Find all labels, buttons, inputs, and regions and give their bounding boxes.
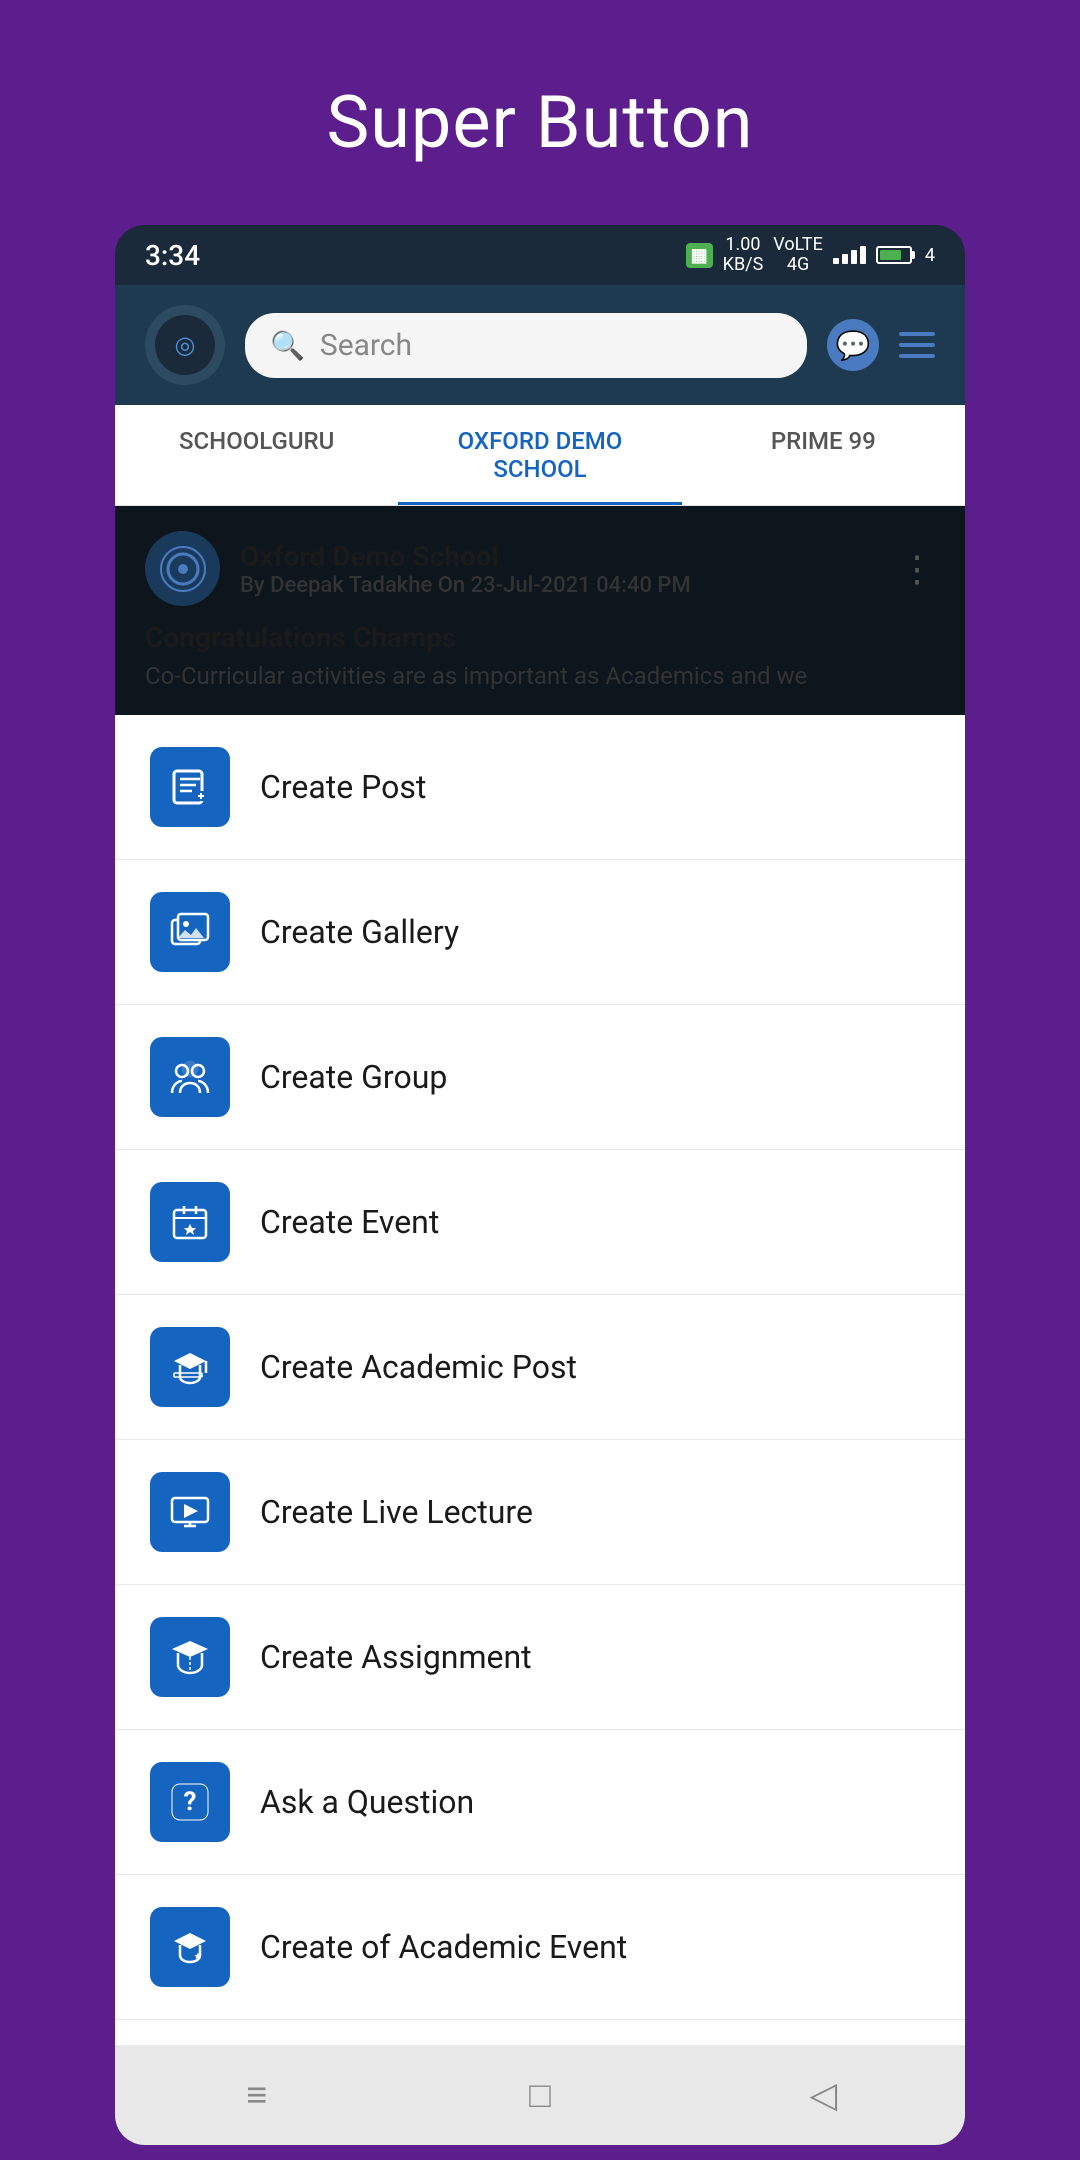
header-icons: 💬 <box>827 319 935 371</box>
create-group-label: Create Group <box>260 1058 447 1096</box>
nav-home-icon: □ <box>529 2074 551 2116</box>
create-group-icon-box <box>150 1037 230 1117</box>
create-event-label: Create Event <box>260 1203 439 1241</box>
menu-item-ask-question[interactable]: ? Ask a Question <box>115 1730 965 1875</box>
menu-list: Create Post Create Gallery <box>115 715 965 2045</box>
create-live-lecture-icon-box <box>150 1472 230 1552</box>
status-icons: ▦ 1.00 KB/S VoLTE 4G 4 <box>686 235 935 275</box>
menu-item-create-post[interactable]: Create Post <box>115 715 965 860</box>
menu-item-create-event[interactable]: Create Event <box>115 1150 965 1295</box>
create-event-icon-box <box>150 1182 230 1262</box>
hamburger-line-2 <box>899 343 935 347</box>
search-bar[interactable]: 🔍 Search <box>245 313 807 378</box>
post-school-name: Oxford Demo School <box>240 540 879 573</box>
menu-item-create-group[interactable]: Create Group <box>115 1005 965 1150</box>
create-event-icon <box>168 1200 212 1244</box>
search-placeholder: Search <box>320 328 412 363</box>
nav-back-button[interactable]: ◁ <box>788 2060 858 2130</box>
post-info: Oxford Demo School By Deepak Tadakhe On … <box>240 540 879 598</box>
avatar-image: ◎ <box>155 315 215 375</box>
post-header: Oxford Demo School By Deepak Tadakhe On … <box>145 531 935 606</box>
create-assignment-icon-box <box>150 1617 230 1697</box>
chat-icon: 💬 <box>836 329 871 362</box>
create-academic-post-icon <box>168 1345 212 1389</box>
menu-item-create-academic-holiday[interactable]: Create of Academic Holiday <box>115 2020 965 2045</box>
create-academic-event-icon <box>168 1925 212 1969</box>
signal-strength-icon <box>833 246 866 264</box>
create-post-label: Create Post <box>260 768 426 806</box>
nav-home-button[interactable]: □ <box>505 2060 575 2130</box>
tab-bar: SCHOOLGURU OXFORD DEMO SCHOOL PRIME 99 <box>115 405 965 506</box>
ask-question-icon: ? <box>168 1780 212 1824</box>
create-group-icon <box>168 1055 212 1099</box>
page-title: Super Button <box>326 80 753 165</box>
post-preview: Oxford Demo School By Deepak Tadakhe On … <box>115 506 965 715</box>
menu-item-create-academic-post[interactable]: Create Academic Post <box>115 1295 965 1440</box>
create-academic-post-icon-box <box>150 1327 230 1407</box>
create-academic-post-label: Create Academic Post <box>260 1348 577 1386</box>
post-title: Congratulations Champs <box>145 621 935 654</box>
avatar[interactable]: ◎ <box>145 305 225 385</box>
search-icon: 🔍 <box>270 329 305 362</box>
create-post-icon-box <box>150 747 230 827</box>
post-more-button[interactable]: ⋮ <box>899 551 935 587</box>
phone-frame: 3:34 ▦ 1.00 KB/S VoLTE 4G 4 <box>115 225 965 2145</box>
app-header: ◎ 🔍 Search 💬 <box>115 285 965 405</box>
create-academic-event-label: Create of Academic Event <box>260 1928 627 1966</box>
nav-back-icon: ◁ <box>809 2074 837 2116</box>
post-meta: By Deepak Tadakhe On 23-Jul-2021 04:40 P… <box>240 573 879 598</box>
menu-item-create-assignment[interactable]: Create Assignment <box>115 1585 965 1730</box>
menu-item-create-academic-event[interactable]: Create of Academic Event <box>115 1875 965 2020</box>
nav-menu-icon: ≡ <box>246 2074 267 2116</box>
hamburger-line-3 <box>899 354 935 358</box>
create-live-lecture-icon <box>168 1490 212 1534</box>
menu-button[interactable] <box>899 332 935 358</box>
post-body: Co-Curricular activities are as importan… <box>145 662 935 690</box>
ask-question-icon-box: ? <box>150 1762 230 1842</box>
create-academic-event-icon-box <box>150 1907 230 1987</box>
tab-schoolguru[interactable]: SCHOOLGURU <box>115 405 398 505</box>
tab-oxford[interactable]: OXFORD DEMO SCHOOL <box>398 405 681 505</box>
menu-item-create-live-lecture[interactable]: Create Live Lecture <box>115 1440 965 1585</box>
status-bar: 3:34 ▦ 1.00 KB/S VoLTE 4G 4 <box>115 225 965 285</box>
ask-question-label: Ask a Question <box>260 1783 474 1821</box>
menu-item-create-gallery[interactable]: Create Gallery <box>115 860 965 1005</box>
hamburger-line-1 <box>899 332 935 336</box>
post-avatar <box>145 531 220 606</box>
create-gallery-icon-box <box>150 892 230 972</box>
battery-label: 4 <box>925 245 935 266</box>
create-assignment-label: Create Assignment <box>260 1638 532 1676</box>
create-post-icon <box>168 765 212 809</box>
status-time: 3:34 <box>145 239 200 272</box>
app-icon: ▦ <box>686 243 713 268</box>
create-gallery-icon <box>168 910 212 954</box>
tab-prime99[interactable]: PRIME 99 <box>682 405 965 505</box>
create-live-lecture-label: Create Live Lecture <box>260 1493 533 1531</box>
create-assignment-icon <box>168 1635 212 1679</box>
svg-text:?: ? <box>184 1787 197 1817</box>
nav-menu-button[interactable]: ≡ <box>222 2060 292 2130</box>
network-speed: 1.00 KB/S <box>723 235 764 275</box>
create-gallery-label: Create Gallery <box>260 913 459 951</box>
volte-label: VoLTE 4G <box>773 235 823 275</box>
bottom-nav: ≡ □ ◁ <box>115 2045 965 2145</box>
chat-button[interactable]: 💬 <box>827 319 879 371</box>
battery-icon <box>876 246 912 264</box>
